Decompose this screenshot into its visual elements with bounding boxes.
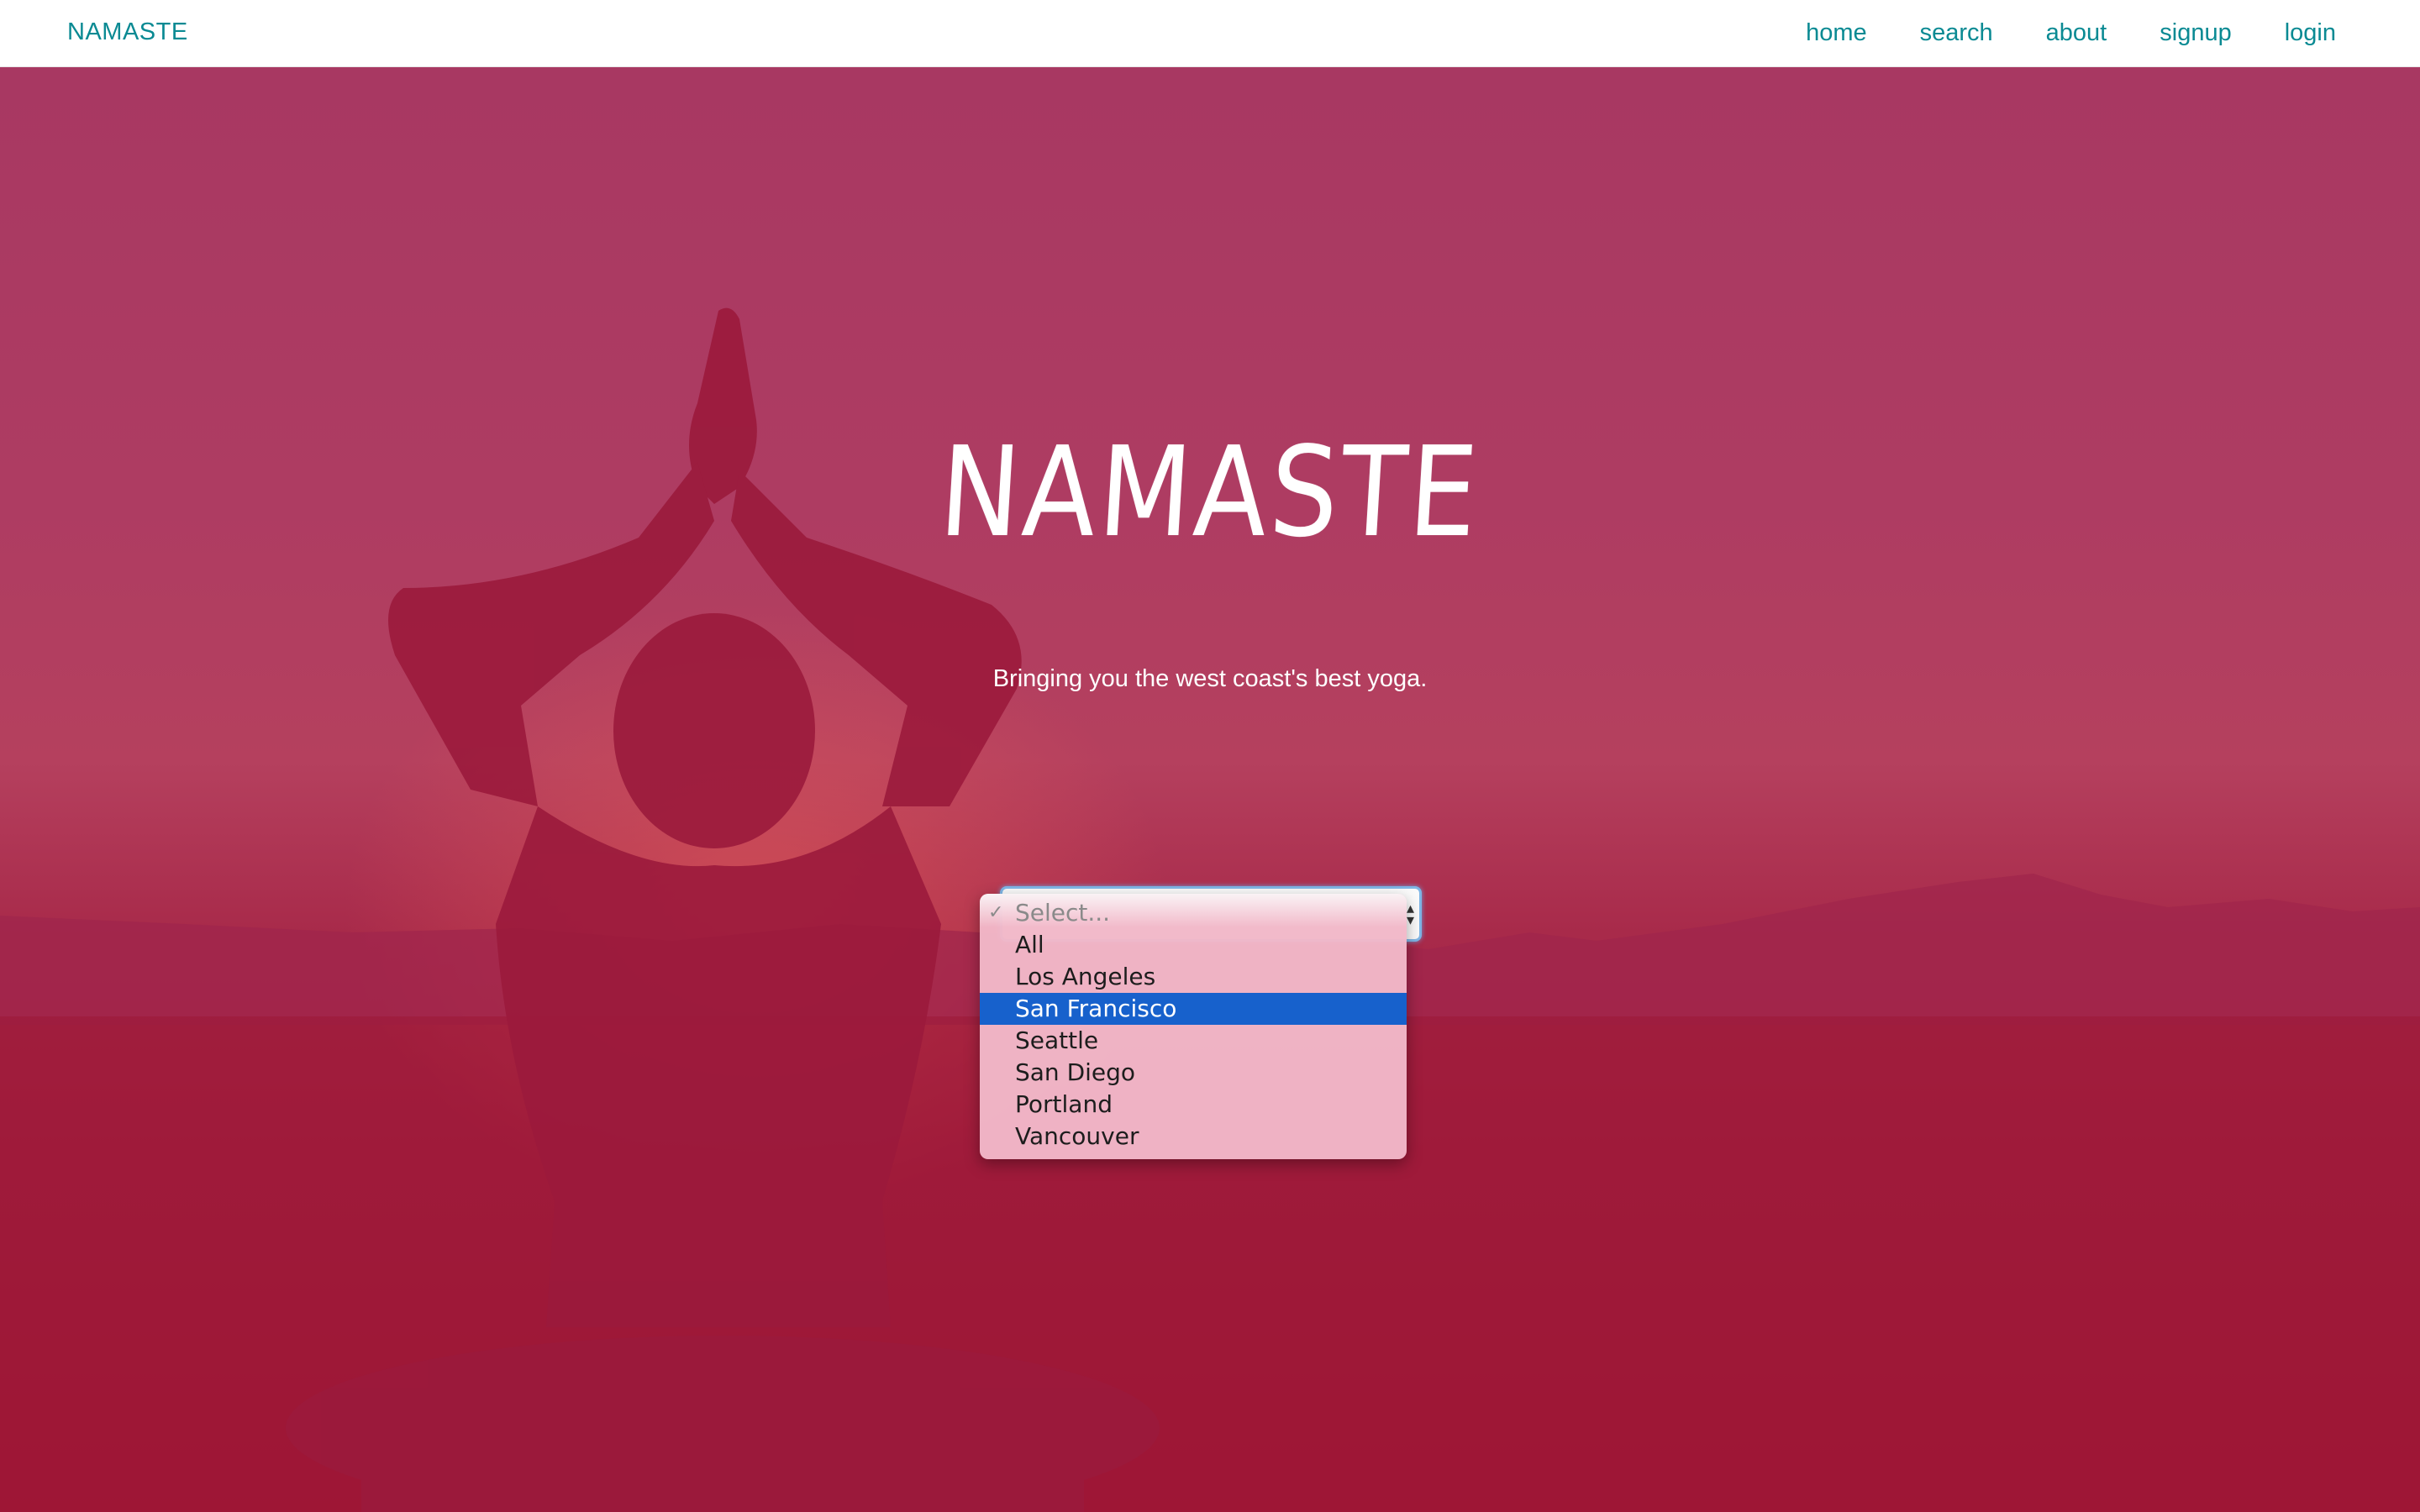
nav-link-search[interactable]: search xyxy=(1920,1,1993,65)
hero-tagline: Bringing you the west coast's best yoga. xyxy=(992,665,1428,692)
option-label: Select... xyxy=(1015,899,1111,927)
nav-link-signup[interactable]: signup xyxy=(2160,1,2231,65)
nav-link-about[interactable]: about xyxy=(2046,1,2107,65)
hero-background-image xyxy=(0,307,2420,1512)
dropdown-option-seattle[interactable]: Seattle xyxy=(980,1025,1407,1057)
checkmark-icon: ✓ xyxy=(988,902,1004,923)
nav-link-login[interactable]: login xyxy=(2285,1,2336,65)
dropdown-option-placeholder[interactable]: ✓ Select... xyxy=(980,897,1407,929)
nav-link-home[interactable]: home xyxy=(1806,1,1867,65)
dropdown-option-san-diego[interactable]: San Diego xyxy=(980,1057,1407,1089)
top-navbar: NAMASTE home search about signup login xyxy=(0,0,2420,67)
dropdown-option-los-angeles[interactable]: Los Angeles xyxy=(980,961,1407,993)
select-arrows-icon: ▴ ▾ xyxy=(1406,900,1414,928)
dropdown-option-all[interactable]: All xyxy=(980,929,1407,961)
nav-links: home search about signup login xyxy=(1753,0,2336,66)
location-dropdown-list: ✓ Select... All Los Angeles San Francisc… xyxy=(980,894,1407,1159)
dropdown-option-vancouver[interactable]: Vancouver xyxy=(980,1121,1407,1152)
hero-section: NAMASTE Bringing you the west coast's be… xyxy=(0,67,2420,1512)
dropdown-option-san-francisco[interactable]: San Francisco xyxy=(980,993,1407,1025)
brand-logo-link[interactable]: NAMASTE xyxy=(67,0,188,66)
dropdown-option-portland[interactable]: Portland xyxy=(980,1089,1407,1121)
hero-title: NAMASTE xyxy=(935,420,1485,564)
